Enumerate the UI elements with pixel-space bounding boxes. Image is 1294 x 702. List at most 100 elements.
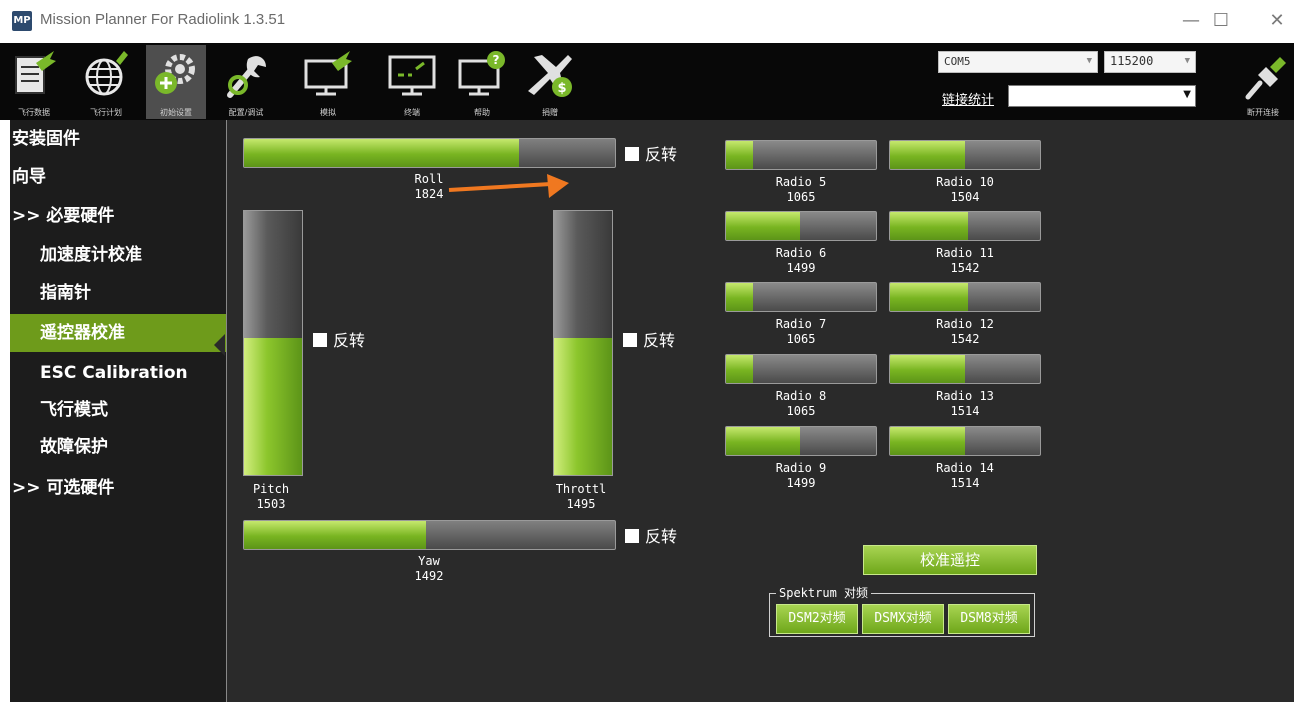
throttle-caption: Throttl 1495: [521, 482, 641, 512]
yaw-reverse-checkbox[interactable]: 反转: [625, 528, 677, 546]
chevron-down-icon: ▼: [1184, 56, 1190, 66]
main-toolbar: 飞行数据 飞行计划 初始设置 配置/调试 模拟 终端 ? 帮助 $ 捐赠 COM…: [0, 43, 1294, 120]
annotation-arrow-icon: [448, 174, 569, 198]
sidebar-item-failsafe[interactable]: 故障保护: [10, 428, 226, 466]
toolbar-simulation[interactable]: 模拟: [298, 45, 358, 119]
throttle-bar-fill: [554, 337, 612, 475]
sidebar-item-optional-hardware[interactable]: >> 可选硬件: [10, 469, 226, 507]
sidebar-item-mandatory-hardware[interactable]: >> 必要硬件: [10, 197, 226, 235]
link-stats-link[interactable]: 链接统计: [942, 89, 994, 108]
sidebar-item-radio-calibration[interactable]: 遥控器校准: [10, 314, 226, 352]
toolbar-flight-data[interactable]: 飞行数据: [4, 45, 64, 119]
sidebar-item-compass[interactable]: 指南针: [10, 274, 226, 312]
radio-10-label: Radio 10: [936, 175, 994, 189]
radio-5-caption: Radio 5 1065: [741, 175, 861, 205]
toolbar-terminal[interactable]: 终端: [382, 45, 442, 119]
radio-7-fill: [726, 283, 753, 311]
roll-reverse-checkbox[interactable]: 反转: [625, 146, 677, 164]
sidebar-item-esc-calibration[interactable]: ESC Calibration: [10, 354, 226, 392]
calibrate-radio-button[interactable]: 校准遥控: [863, 545, 1037, 575]
toolbar-label: 帮助: [474, 108, 490, 117]
radio-12-value: 1542: [950, 332, 980, 346]
toolbar-flight-plan[interactable]: 飞行计划: [76, 45, 136, 119]
radio-10-value: 1504: [950, 190, 980, 204]
help-icon: ?: [458, 51, 505, 96]
radio-6-bar: [725, 211, 877, 241]
toolbar-label: 捐赠: [542, 108, 558, 117]
svg-text:?: ?: [493, 53, 500, 67]
dsm8-bind-button[interactable]: DSM8对频: [948, 604, 1030, 634]
radio-13-bar: [889, 354, 1041, 384]
checkbox-icon: [625, 147, 639, 161]
radio-7-bar: [725, 282, 877, 312]
sidebar-item-flight-modes[interactable]: 飞行模式: [10, 391, 226, 429]
radio-9-caption: Radio 9 1499: [741, 461, 861, 491]
radio-5-bar: [725, 140, 877, 170]
toolbar-donate[interactable]: $ 捐赠: [520, 45, 580, 119]
dsm2-bind-button[interactable]: DSM2对频: [776, 604, 858, 634]
radio-5-value: 1065: [786, 190, 816, 204]
sidebar-item-wizard[interactable]: 向导: [10, 158, 226, 196]
radio-calibration-panel: 反转 Roll 1824 反转 Pitch 1503 反转 Throttl 14…: [226, 120, 1294, 702]
radio-6-value: 1499: [786, 261, 816, 275]
minimize-button[interactable]: —: [1176, 8, 1206, 34]
chevron-down-icon: ▼: [1086, 56, 1092, 66]
checkbox-icon: [623, 333, 637, 347]
link-select[interactable]: ▼: [1008, 85, 1196, 107]
com-port-value: COM5: [944, 55, 971, 68]
pitch-label: Pitch: [252, 482, 290, 496]
checkbox-icon: [625, 529, 639, 543]
toolbar-label: 初始设置: [160, 108, 192, 117]
initial-setup-icon: [155, 54, 195, 94]
radio-8-label: Radio 8: [775, 389, 827, 403]
radio-14-caption: Radio 14 1514: [905, 461, 1025, 491]
roll-reverse-label: 反转: [645, 145, 678, 164]
toolbar-label: 飞行数据: [18, 108, 50, 117]
window-title: Mission Planner For Radiolink 1.3.51: [40, 11, 286, 28]
baud-rate-select[interactable]: 115200 ▼: [1104, 51, 1196, 73]
radio-7-label: Radio 7: [775, 317, 827, 331]
radio-11-bar: [889, 211, 1041, 241]
terminal-icon: [388, 55, 436, 96]
radio-11-fill: [890, 212, 968, 240]
donate-icon: $: [528, 55, 572, 97]
pitch-bar: [243, 210, 303, 476]
throttle-reverse-checkbox[interactable]: 反转: [623, 332, 675, 350]
svg-text:$: $: [557, 81, 566, 96]
radio-11-label: Radio 11: [936, 246, 994, 260]
com-port-select[interactable]: COM5 ▼: [938, 51, 1098, 73]
disconnect-button[interactable]: 断开连接: [1234, 45, 1292, 119]
spektrum-bind-group: Spektrum 对频 DSM2对频 DSMX对频 DSM8对频: [769, 585, 1035, 637]
radio-6-fill: [726, 212, 800, 240]
spektrum-legend: Spektrum 对频: [776, 585, 872, 601]
yaw-caption: Yaw 1492: [369, 554, 489, 584]
radio-11-caption: Radio 11 1542: [905, 246, 1025, 276]
radio-8-fill: [726, 355, 753, 383]
radio-11-value: 1542: [950, 261, 980, 275]
toolbar-config-tuning[interactable]: 配置/调试: [216, 45, 276, 119]
throttle-reverse-label: 反转: [643, 331, 676, 350]
toolbar-label: 配置/调试: [228, 108, 264, 117]
flight-plan-icon: [85, 51, 128, 96]
plug-icon: [1245, 57, 1286, 100]
radio-8-caption: Radio 8 1065: [741, 389, 861, 419]
toolbar-initial-setup[interactable]: 初始设置: [146, 45, 206, 119]
toolbar-help[interactable]: ? 帮助: [452, 45, 512, 119]
yaw-bar-fill: [244, 521, 426, 549]
close-button[interactable]: ✕: [1262, 8, 1292, 34]
toolbar-label: 模拟: [320, 108, 336, 117]
radio-9-fill: [726, 427, 800, 455]
radio-12-fill: [890, 283, 968, 311]
radio-9-value: 1499: [786, 476, 816, 490]
pitch-caption: Pitch 1503: [211, 482, 331, 512]
toolbar-label: 终端: [404, 108, 420, 117]
radio-12-label: Radio 12: [936, 317, 994, 331]
dsmx-bind-button[interactable]: DSMX对频: [862, 604, 944, 634]
sidebar-item-accel-calibration[interactable]: 加速度计校准: [10, 236, 226, 274]
radio-14-value: 1514: [950, 476, 980, 490]
maximize-button[interactable]: ☐: [1206, 8, 1236, 34]
radio-13-value: 1514: [950, 404, 980, 418]
sidebar-item-install-firmware[interactable]: 安装固件: [10, 120, 226, 158]
pitch-reverse-checkbox[interactable]: 反转: [313, 332, 365, 350]
flight-data-icon: [15, 51, 56, 94]
